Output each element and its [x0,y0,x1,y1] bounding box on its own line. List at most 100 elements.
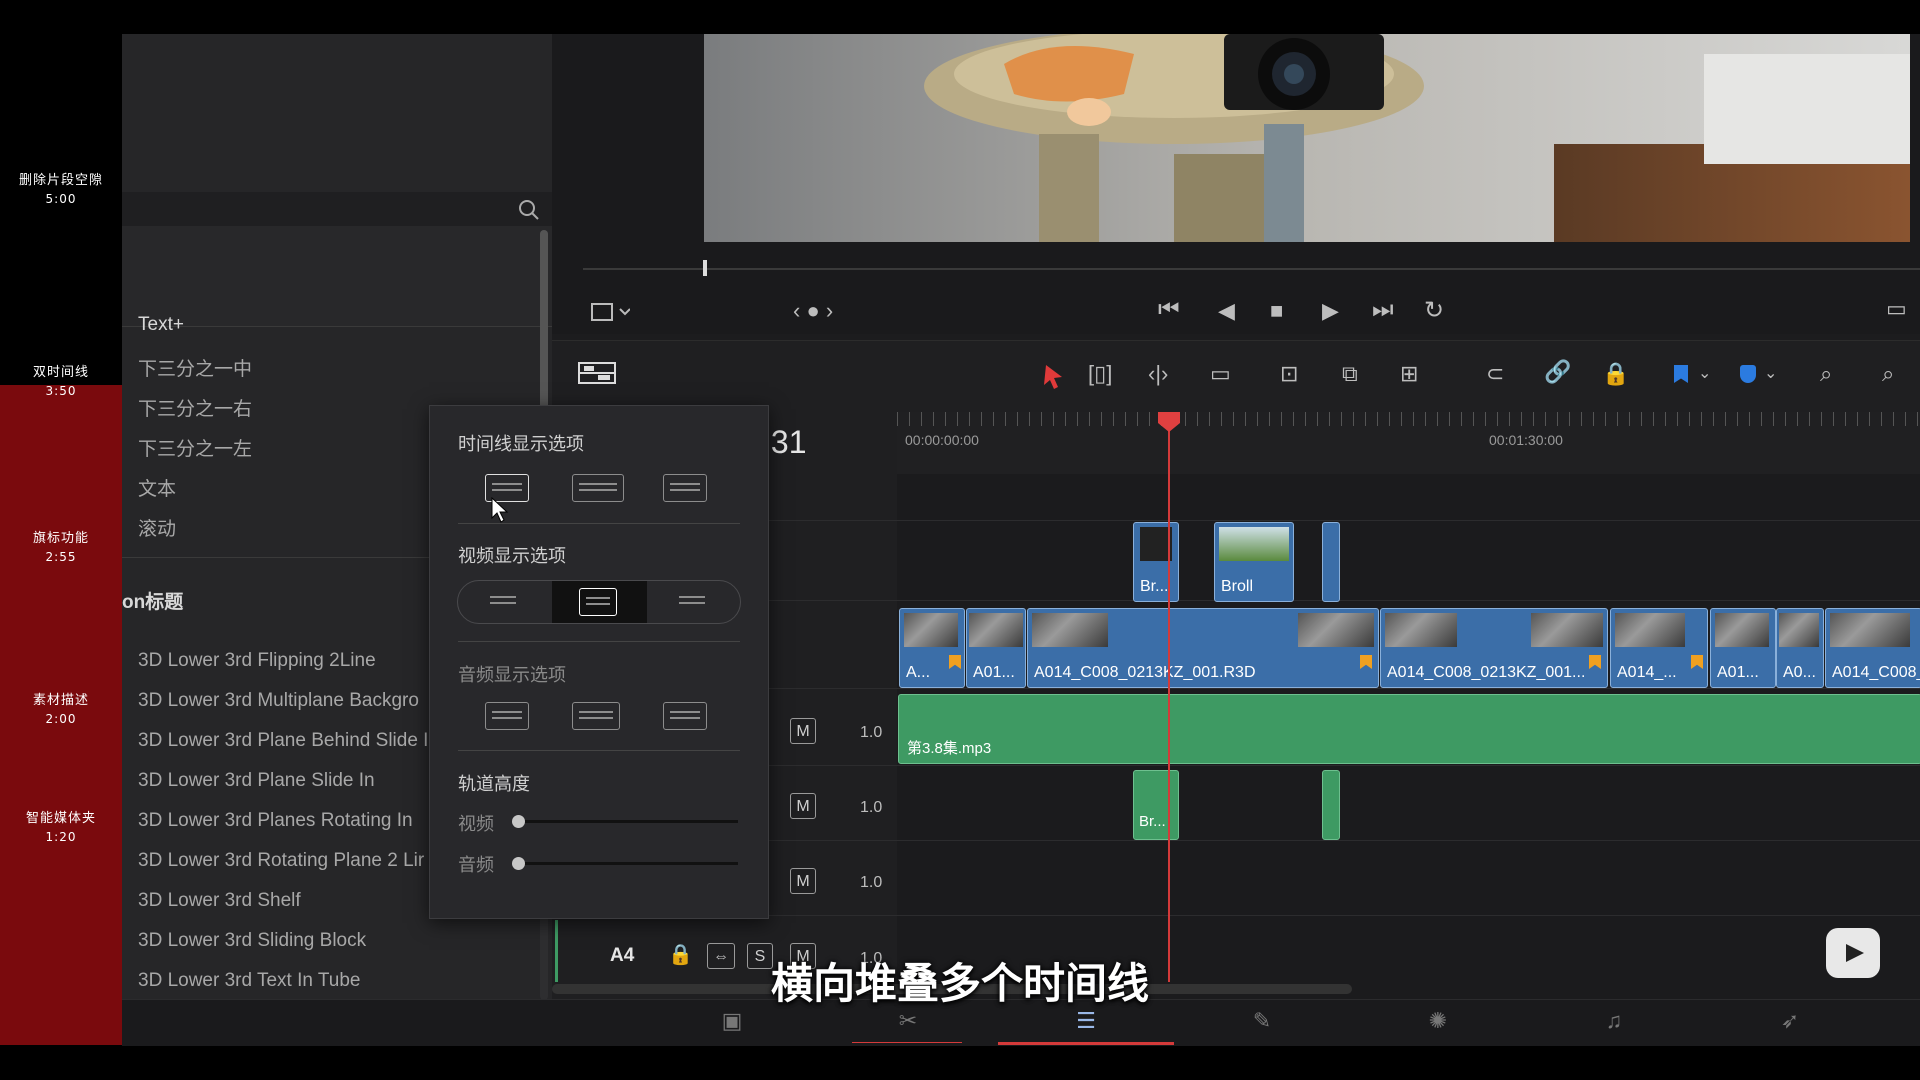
fusion-page-icon[interactable]: ✎ [1242,1008,1282,1034]
color-page-icon[interactable]: ✺ [1418,1008,1458,1034]
clip-label: 第3.8集.mp3 [907,740,992,757]
video-subtitle: 横向堆叠多个时间线 [770,959,1149,1008]
chapter-rail: 删除片段空隙 5:00 双时间线 3:50 旗标功能 2:55 素材描述 2:00 智能… [0,0,122,1045]
fullscreen-icon[interactable]: ▭ [1886,296,1907,322]
video-clip[interactable] [1322,522,1340,602]
zoom-detail-icon[interactable]: ⌕ [1882,361,1894,387]
effect-item[interactable]: 3D Lower 3rd Multiplane Backgro [138,690,419,712]
nav-prev-next-icon[interactable]: ‹ ● › [793,298,833,324]
popup-section-title: 时间线显示选项 [458,434,584,454]
timeline-ruler[interactable]: 00:00:00:00 00:01:30:00 [897,412,1920,475]
subtitle-tracks-icon[interactable] [572,474,624,502]
snapping-icon[interactable]: ⊂ [1486,361,1504,387]
chapter-item[interactable]: 双时间线 3:50 [0,364,122,400]
waveform-half-icon[interactable] [572,702,620,730]
effect-item[interactable]: 下三分之一中 [138,354,252,381]
overwrite-clip-icon[interactable]: ⧉ [1342,361,1358,387]
waveform-full-icon[interactable] [485,702,529,730]
effect-item[interactable]: 文本 [138,474,176,501]
edit-page-icon[interactable]: ☰ [1066,1008,1106,1034]
effect-item[interactable]: 3D Lower 3rd Rotating Plane 2 Lir [138,850,424,872]
track-gain: 1.0 [860,799,883,816]
video-clip[interactable]: Br... [1133,522,1179,602]
fairlight-page-icon[interactable]: ♫ [1594,1008,1634,1034]
cut-page-icon[interactable]: ✂ [888,1008,928,1034]
scrollbar-thumb[interactable] [540,230,548,410]
mute-button[interactable]: M [790,793,816,819]
effect-item[interactable]: 3D Lower 3rd Plane Slide In [138,770,375,792]
active-page-indicator [998,1042,1174,1045]
step-back-icon[interactable]: ◀ [1218,298,1235,324]
thumbnail-single-icon[interactable] [579,588,617,616]
viewer-scrubber-playhead[interactable] [703,260,707,276]
effects-search-bar[interactable] [122,192,552,227]
zoom-full-icon[interactable]: ⌕ [1820,361,1832,387]
chevron-down-icon[interactable]: ⌄ [1698,363,1711,383]
mute-button[interactable]: M [790,868,816,894]
stop-icon[interactable]: ■ [1270,298,1283,324]
effect-item[interactable]: 3D Lower 3rd Planes Rotating In [138,810,413,832]
effect-item[interactable]: 下三分之一左 [138,434,252,461]
timeline-view-options-icon[interactable] [578,361,618,389]
chapter-item[interactable]: 删除片段空隙 5:00 [0,172,122,208]
effect-item[interactable]: 下三分之一右 [138,394,252,421]
video-clip[interactable]: A0... [1776,608,1824,688]
effects-header [122,226,552,327]
flag-icon[interactable] [1674,365,1688,383]
chevron-down-icon[interactable]: ⌄ [1764,363,1777,383]
play-icon[interactable]: ▶ [1322,298,1339,324]
clip-label: A014_C008_ [1832,664,1920,681]
transform-icon[interactable] [590,300,630,324]
effect-item[interactable]: 3D Lower 3rd Flipping 2Line [138,650,376,672]
video-clip[interactable]: A01... [1710,608,1776,688]
video-clip[interactable]: A01... [966,608,1026,688]
position-lock-icon[interactable]: 🔒 [1602,361,1629,387]
chapter-item[interactable]: 素材描述 2:00 [0,692,122,728]
video-clip[interactable]: A014_C008_0213KZ_001... [1380,608,1608,688]
effect-item[interactable]: 3D Lower 3rd Plane Behind Slide I [138,730,428,752]
audio-waveform-icon[interactable] [663,474,707,502]
waveform-rectified-icon[interactable] [663,702,707,730]
deliver-page-icon[interactable]: ➶ [1770,1008,1810,1034]
skip-to-start-icon[interactable]: ⏮ [1158,296,1180,324]
mute-button[interactable]: M [790,718,816,744]
video-display-segmented-control[interactable] [457,580,741,624]
video-height-knob[interactable] [512,815,525,828]
audio-height-slider[interactable] [518,862,738,865]
dynamic-trim-icon[interactable]: ‹|› [1148,361,1168,387]
chapter-item[interactable]: 旗标功能 2:55 [0,530,122,566]
timeline-playhead[interactable] [1168,412,1170,982]
marker-icon[interactable] [1740,365,1756,383]
effect-item[interactable]: 3D Lower 3rd Sliding Block [138,930,366,952]
skip-to-end-icon[interactable]: ⏭ [1372,296,1394,324]
audio-clip[interactable]: Br... [1133,770,1179,840]
video-clip[interactable]: A... [899,608,965,688]
popup-section-title: 轨道高度 [458,774,530,794]
video-height-slider[interactable] [518,820,738,823]
thumbnail-filmstrip-icon[interactable] [484,588,522,616]
thumbnail-none-icon[interactable] [673,588,711,616]
audio-clip[interactable] [1322,770,1340,840]
chapter-title: 智能媒体夹 [25,811,96,826]
media-page-icon[interactable]: ▣ [712,1008,752,1034]
audio-height-knob[interactable] [512,857,525,870]
viewer-scrubber-track[interactable] [583,268,1920,270]
effect-item[interactable]: 滚动 [138,514,176,541]
search-icon[interactable] [518,199,540,221]
video-clip[interactable]: A014_C008_ [1825,608,1920,688]
effect-item[interactable]: Text+ [138,314,184,336]
loop-icon[interactable]: ↻ [1424,296,1444,325]
popup-divider [458,523,740,524]
blade-tool-icon[interactable]: ▭ [1210,361,1231,387]
chapter-item[interactable]: 智能媒体夹 1:20 [0,810,122,846]
replace-clip-icon[interactable]: ⊞ [1400,361,1418,387]
audio-clip[interactable]: 第3.8集.mp3 [898,694,1920,764]
video-clip[interactable]: A014_C008_0213KZ_001.R3D [1027,608,1379,688]
selection-tool-icon[interactable] [1042,363,1068,391]
video-clip[interactable]: A014_... [1610,608,1708,688]
effect-item[interactable]: 3D Lower 3rd Shelf [138,890,301,912]
video-clip[interactable]: Broll [1214,522,1294,602]
trim-tool-icon[interactable]: [▯] [1088,361,1112,387]
insert-clip-icon[interactable]: ⊡ [1280,361,1298,387]
linked-selection-icon[interactable]: 🔗 [1544,359,1571,385]
